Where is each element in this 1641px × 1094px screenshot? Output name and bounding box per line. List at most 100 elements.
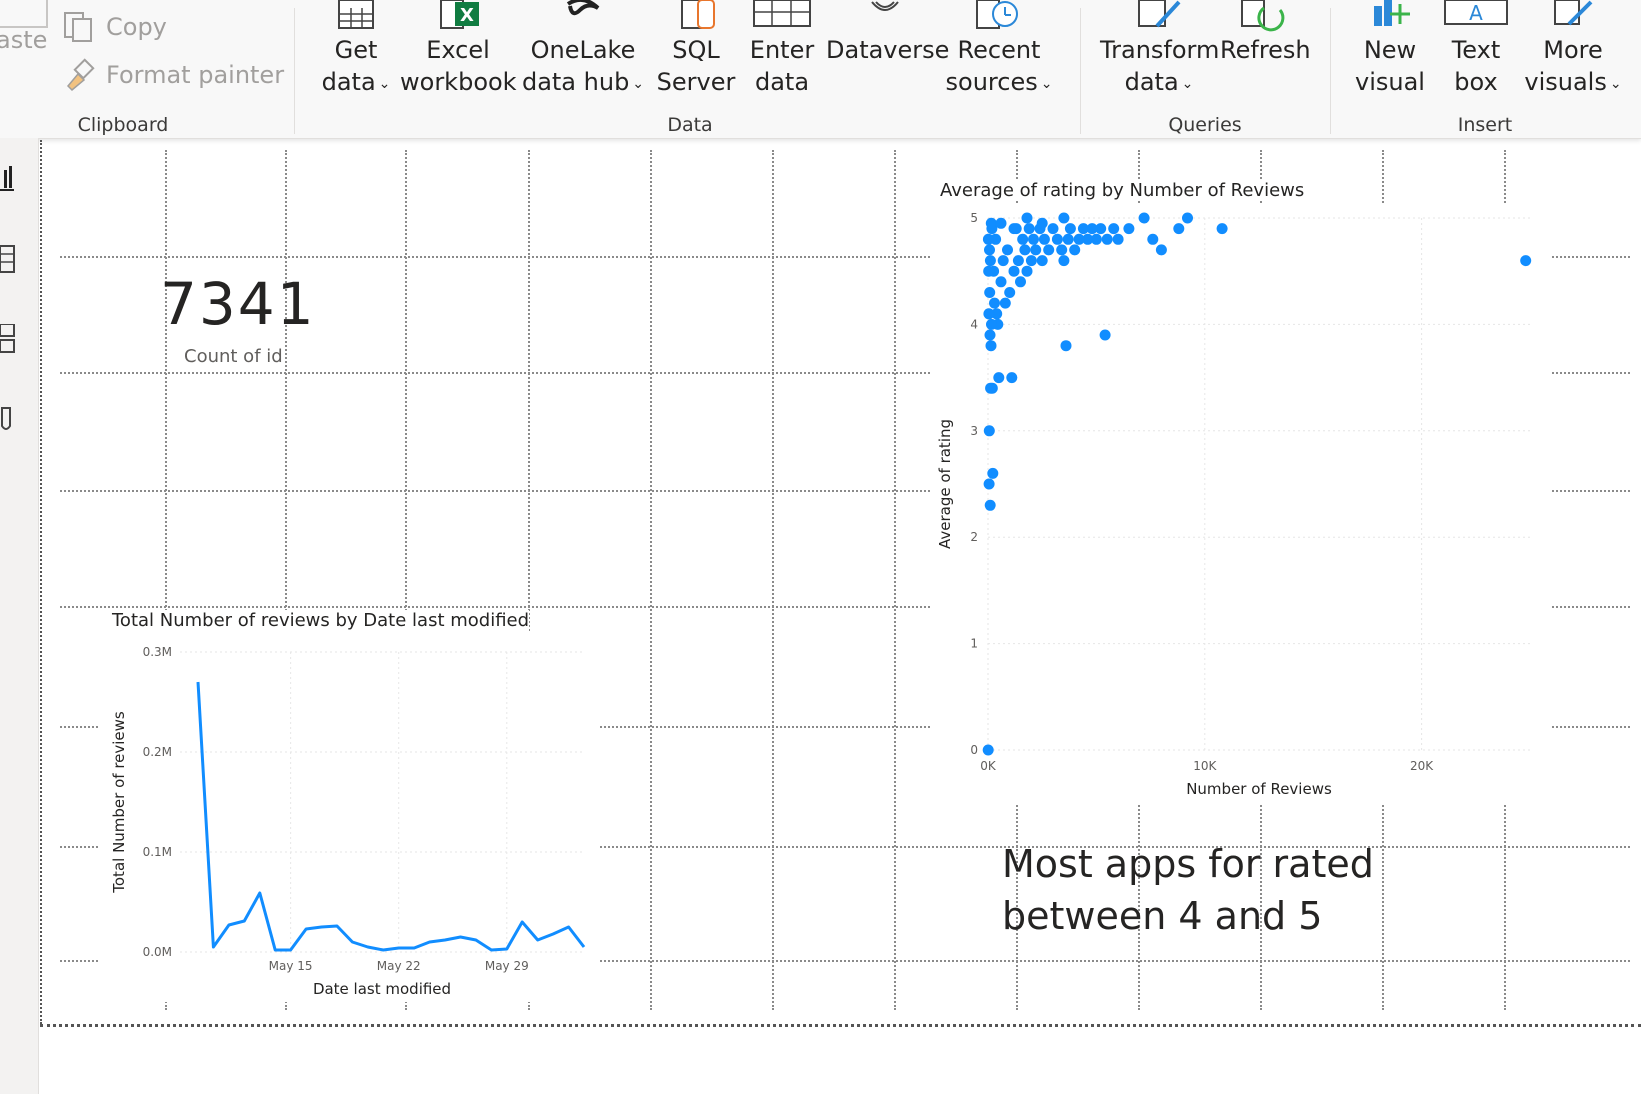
excel-workbook-button[interactable]: X Excel workbook — [400, 0, 517, 98]
scatter-point — [1021, 212, 1033, 224]
ribbon: aste Copy Format painter Clipboard Get d… — [0, 0, 1641, 139]
scatter-point — [1008, 265, 1020, 277]
y-tick-label: 0 — [970, 743, 978, 757]
text-box-note[interactable]: Most apps for rated between 4 and 5 — [1002, 838, 1374, 942]
scatter-point — [1155, 244, 1167, 256]
scatter-point — [1023, 223, 1035, 235]
scatter-point — [999, 297, 1011, 309]
format-painter-button[interactable]: Format painter — [62, 58, 284, 92]
ribbon-separator — [1080, 8, 1081, 134]
dataverse-label-1: Dataverse — [826, 36, 950, 64]
note-line-2: between 4 and 5 — [1002, 894, 1323, 938]
report-view-icon[interactable] — [0, 164, 22, 194]
new-visual-button[interactable]: New visual — [1350, 0, 1430, 98]
sql-server-button[interactable]: SQL Server — [656, 0, 736, 98]
queries-group-label: Queries — [1168, 114, 1242, 136]
scatter-point — [1216, 223, 1228, 235]
y-tick-label: 2 — [970, 530, 978, 544]
grid-guide — [894, 150, 896, 1010]
scatter-point — [982, 233, 994, 245]
paintbrush-icon — [66, 58, 95, 92]
ribbon-separator — [294, 8, 295, 134]
onelake-label-1: OneLake — [530, 36, 636, 64]
recent-sources-button[interactable]: Recent sources ⌄ — [944, 0, 1054, 102]
scatter-point — [1056, 244, 1068, 256]
y-tick-label: 0.0M — [143, 945, 172, 959]
scatter-point — [984, 244, 995, 256]
excel-icon: X — [440, 0, 479, 29]
transform-label-2: data — [1124, 68, 1179, 96]
get-data-button[interactable]: Get data ⌄ — [316, 0, 396, 102]
dax-query-icon[interactable] — [0, 404, 22, 434]
format-painter-label: Format painter — [106, 61, 285, 89]
scatter-chart-title: Average of rating by Number of Reviews — [940, 180, 1305, 201]
clipboard-icon — [0, 0, 48, 28]
scatter-point — [1006, 372, 1018, 384]
y-tick-label: 0.3M — [143, 645, 172, 659]
recent-icon — [976, 0, 1018, 29]
chevron-down-icon: ⌄ — [1181, 76, 1194, 92]
onelake-data-hub-button[interactable]: OneLake data hub ⌄ — [520, 0, 646, 102]
copy-button[interactable]: Copy — [62, 10, 167, 44]
text-box-button[interactable]: A Text box — [1436, 0, 1516, 98]
grid-guide — [650, 150, 652, 1010]
enter-data-button[interactable]: Enter data — [742, 0, 822, 98]
scatter-point — [1058, 255, 1070, 267]
y-tick-label: 4 — [970, 317, 978, 331]
x-tick-label: 10K — [1193, 759, 1217, 773]
insert-group-label: Insert — [1457, 114, 1513, 136]
chevron-down-icon: ⌄ — [1609, 76, 1622, 92]
scatter-point — [1064, 223, 1076, 235]
scatter-point — [1108, 223, 1120, 235]
scatter-point — [984, 329, 996, 341]
scatter-point — [1047, 223, 1059, 235]
table-view-icon[interactable] — [0, 244, 22, 274]
scatter-point — [987, 467, 999, 479]
scatter-point — [1008, 223, 1020, 235]
refresh-icon — [1241, 0, 1285, 32]
more-visuals-button[interactable]: More visuals ⌄ — [1518, 0, 1628, 102]
x-tick-label: May 22 — [377, 959, 421, 973]
scatter-point — [1043, 244, 1055, 256]
x-axis-title: Date last modified — [313, 980, 451, 998]
y-axis-title: Total Number of reviews — [110, 711, 128, 894]
scatter-point — [1028, 233, 1039, 245]
scatter-point — [1123, 223, 1135, 235]
scatter-point — [997, 255, 1009, 267]
paste-button[interactable]: aste — [0, 26, 47, 54]
dataverse-button[interactable]: Dataverse — [826, 0, 950, 66]
x-tick-label: 0K — [980, 759, 997, 773]
scatter-point — [1017, 233, 1029, 245]
dataverse-icon — [871, 1, 899, 11]
scatter-point — [986, 318, 997, 330]
transform-data-button[interactable]: Transform data ⌄ — [1100, 0, 1219, 102]
scatter-point — [984, 287, 996, 298]
new-visual-label-1: New — [1363, 36, 1417, 64]
canvas-border — [40, 1024, 1641, 1027]
scatter-point — [983, 478, 995, 490]
scatter-point — [983, 425, 995, 437]
recent-label-1: Recent — [957, 36, 1041, 64]
y-tick-label: 0.2M — [143, 745, 172, 759]
line-chart[interactable]: 0.0M 0.1M 0.2M 0.3M May 15 May 22 May 29 Date l… — [100, 632, 600, 1002]
more-visuals-label-1: More — [1543, 36, 1603, 64]
scatter-point — [1019, 244, 1031, 256]
refresh-label-1: Refresh — [1220, 36, 1311, 64]
enter-data-label-1: Enter — [749, 36, 815, 64]
get-data-label-2: data — [321, 68, 376, 96]
scatter-point — [982, 744, 994, 756]
new-visual-icon — [1374, 0, 1410, 26]
scatter-chart[interactable]: 0 1 2 3 4 5 0K 10K 20K Number of Reviews Average o… — [930, 204, 1550, 804]
scatter-point — [1520, 255, 1532, 267]
model-view-icon[interactable] — [0, 324, 22, 354]
scatter-point — [1101, 233, 1113, 245]
y-tick-label: 1 — [970, 637, 978, 651]
refresh-button[interactable]: Refresh — [1220, 0, 1311, 66]
chevron-down-icon: ⌄ — [1040, 76, 1053, 92]
scatter-point — [1138, 212, 1150, 224]
grid-icon — [753, 0, 811, 27]
recent-label-2: sources — [945, 68, 1038, 96]
data-group-label: Data — [667, 114, 713, 136]
y-tick-label: 0.1M — [143, 845, 172, 859]
scatter-point — [1025, 255, 1037, 267]
